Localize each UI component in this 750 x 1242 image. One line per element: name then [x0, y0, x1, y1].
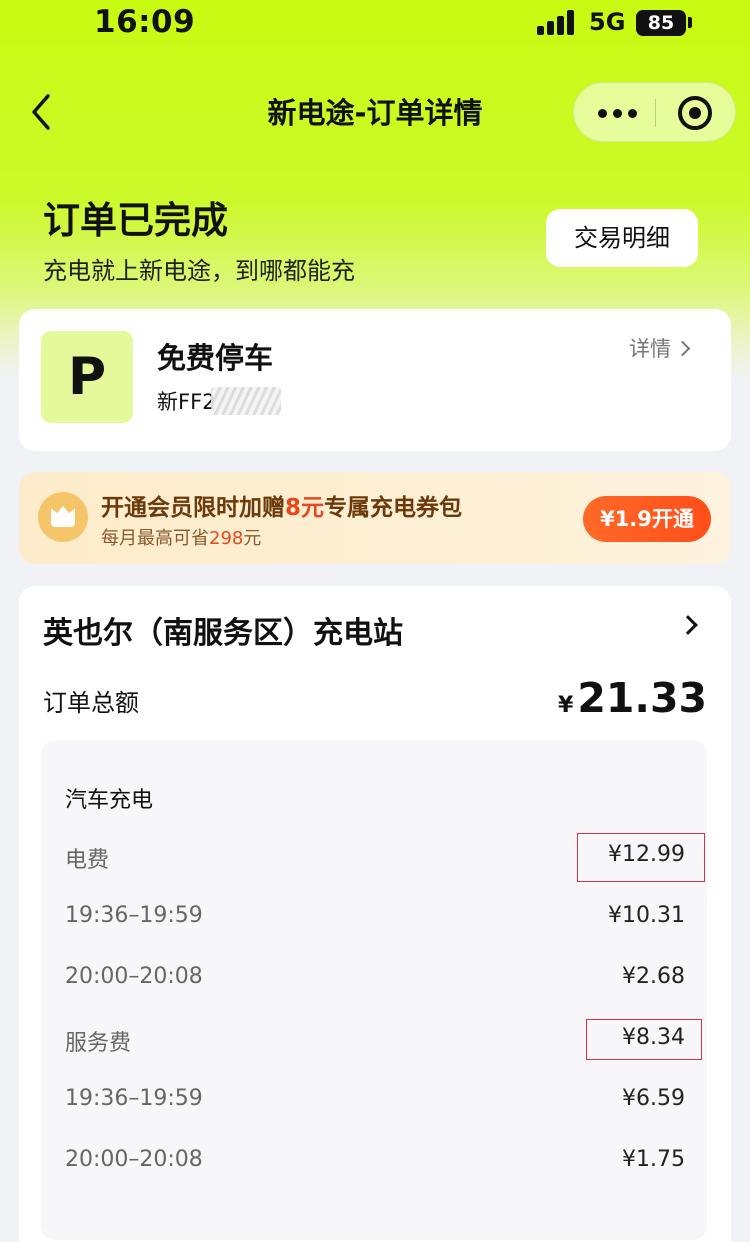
fee-row-period: 20:00–20:08 ¥2.68	[65, 964, 685, 1000]
chevron-right-icon	[674, 340, 691, 357]
period-amount: ¥10.31	[608, 903, 685, 928]
order-status: 订单已完成	[43, 199, 228, 242]
electricity-fee-highlight	[577, 833, 705, 882]
parking-detail-label: 详情	[629, 337, 671, 361]
station-name[interactable]: 英也尔（南服务区）充电站	[43, 608, 403, 652]
period-amount: ¥1.75	[622, 1147, 685, 1172]
period-amount: ¥2.68	[622, 964, 685, 989]
signal-icon	[537, 9, 577, 35]
station-order-card: 英也尔（南服务区）充电站 订单总额 ¥21.33 汽车充电 电费 ¥12.99 …	[19, 586, 731, 1242]
close-program-icon[interactable]	[678, 96, 712, 130]
plate-redaction	[211, 387, 281, 415]
fee-row-period: 19:36–19:59 ¥6.59	[65, 1086, 685, 1122]
chevron-right-icon[interactable]	[678, 615, 698, 635]
parking-title: 免费停车	[157, 341, 274, 375]
license-plate: 新FF2	[157, 390, 216, 414]
charge-breakdown: 汽车充电 电费 ¥12.99 19:36–19:59 ¥10.31 20:00–…	[41, 740, 707, 1240]
promo-text-end: 专属充电券包	[324, 495, 463, 521]
fee-label: 电费	[65, 848, 110, 873]
battery-tip	[688, 17, 692, 28]
parking-icon: P	[41, 331, 133, 423]
parking-detail-link[interactable]: 详情	[629, 333, 691, 363]
currency-symbol: ¥	[558, 693, 574, 718]
status-bar: 16:09 5G 85	[0, 0, 750, 48]
period-amount: ¥6.59	[622, 1086, 685, 1111]
period-label: 20:00–20:08	[65, 964, 203, 989]
period-label: 20:00–20:08	[65, 1147, 203, 1172]
status-time: 16:09	[94, 4, 196, 40]
more-options-icon[interactable]	[598, 101, 638, 125]
order-slogan: 充电就上新电途，到哪都能充	[43, 257, 355, 285]
total-value: 21.33	[577, 674, 707, 722]
transaction-detail-button[interactable]: 交易明细	[546, 209, 698, 267]
promo-savings-amount: 298	[209, 528, 244, 549]
promo-text-start: 开通会员限时加赠	[101, 495, 285, 521]
promo-sub-start: 每月最高可省	[101, 528, 209, 549]
mini-program-capsule	[573, 82, 736, 142]
service-fee-highlight	[586, 1019, 702, 1060]
promo-headline: 开通会员限时加赠8元专属充电券包	[101, 488, 462, 522]
promo-sub-end: 元	[243, 528, 262, 549]
battery-icon: 85	[636, 10, 686, 36]
parking-card[interactable]: P 免费停车 新FF2 详情	[19, 309, 731, 451]
fee-row-period: 20:00–20:08 ¥1.75	[65, 1147, 685, 1183]
activate-membership-button[interactable]: ¥1.9开通	[583, 496, 711, 542]
breakdown-title: 汽车充电	[65, 788, 154, 813]
fee-row-period: 19:36–19:59 ¥10.31	[65, 903, 685, 939]
period-label: 19:36–19:59	[65, 1086, 203, 1111]
order-total-label: 订单总额	[43, 689, 139, 717]
capsule-divider	[655, 99, 656, 127]
promo-bonus-amount: 8元	[285, 495, 325, 521]
fee-label: 服务费	[65, 1031, 132, 1056]
network-type: 5G	[589, 8, 626, 36]
order-total-amount: ¥21.33	[558, 674, 707, 722]
crown-icon	[38, 492, 88, 542]
membership-promo-banner[interactable]: 开通会员限时加赠8元专属充电券包 每月最高可省298元 ¥1.9开通	[19, 472, 731, 564]
period-label: 19:36–19:59	[65, 903, 203, 928]
promo-subtext: 每月最高可省298元	[101, 524, 261, 550]
